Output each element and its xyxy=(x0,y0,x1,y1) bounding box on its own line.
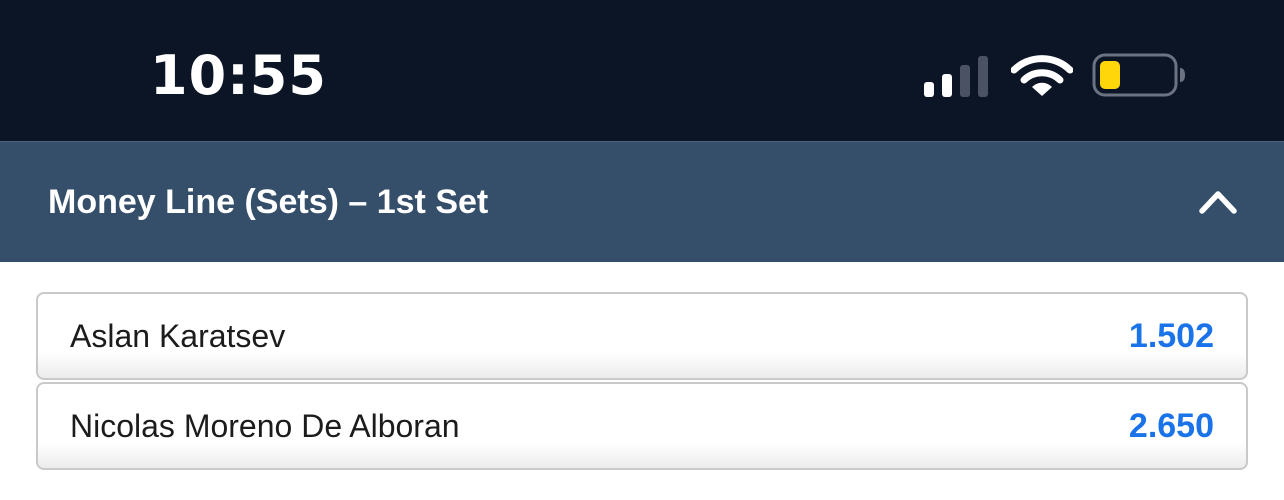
wifi-icon xyxy=(1011,55,1073,96)
selection-row[interactable]: Aslan Karatsev 1.502 xyxy=(36,292,1248,380)
odds-value[interactable]: 1.502 xyxy=(1129,316,1214,356)
signal-icon xyxy=(924,56,988,97)
selection-name: Aslan Karatsev xyxy=(70,318,286,354)
market-title: Money Line (Sets) – 1st Set xyxy=(48,183,489,221)
battery-icon xyxy=(1092,53,1185,97)
chevron-up-icon[interactable] xyxy=(1198,186,1238,216)
status-time: 10:55 xyxy=(150,44,327,107)
selection-name: Nicolas Moreno De Alboran xyxy=(70,408,460,444)
selection-row[interactable]: Nicolas Moreno De Alboran 2.650 xyxy=(36,382,1248,470)
status-bar: 10:55 xyxy=(0,0,1284,141)
odds-value[interactable]: 2.650 xyxy=(1129,406,1214,446)
market-header[interactable]: Money Line (Sets) – 1st Set xyxy=(0,141,1284,262)
